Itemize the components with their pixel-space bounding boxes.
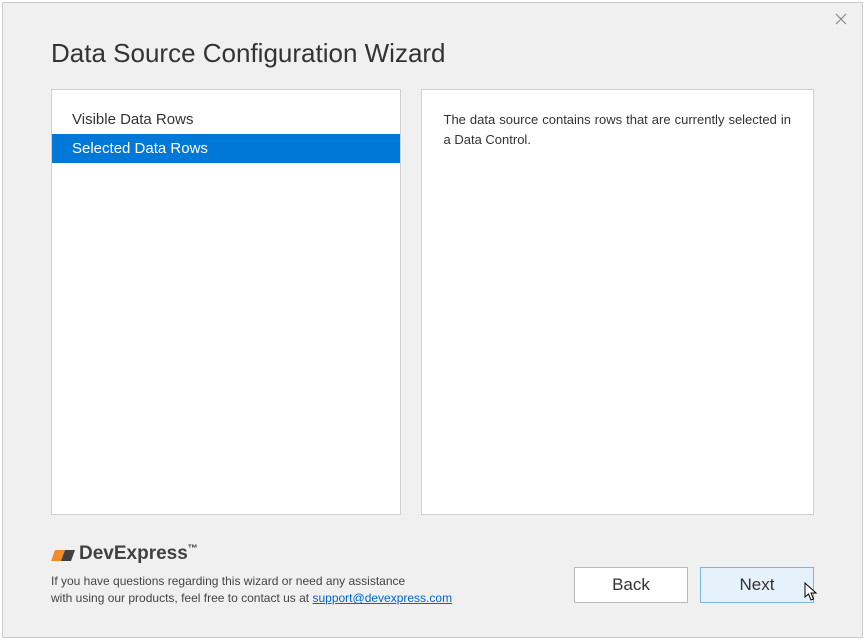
description-text: The data source contains rows that are c…: [444, 110, 792, 149]
footer-buttons: Back Next: [574, 567, 814, 603]
footer: DevExpress™ If you have questions regard…: [3, 515, 862, 637]
description-panel: The data source contains rows that are c…: [421, 89, 815, 515]
close-icon[interactable]: [834, 13, 848, 27]
page-title: Data Source Configuration Wizard: [3, 3, 862, 89]
wizard-window: Data Source Configuration Wizard Visible…: [2, 2, 863, 638]
support-email-link[interactable]: support@devexpress.com: [312, 591, 452, 605]
panels-container: Visible Data Rows Selected Data Rows The…: [3, 89, 862, 515]
option-selected-rows[interactable]: Selected Data Rows: [52, 134, 400, 163]
devexpress-logo-text: DevExpress™: [79, 543, 198, 565]
devexpress-logo-icon: [51, 543, 77, 565]
back-button[interactable]: Back: [574, 567, 688, 603]
footer-left: DevExpress™ If you have questions regard…: [51, 543, 452, 607]
options-panel: Visible Data Rows Selected Data Rows: [51, 89, 401, 515]
help-text: If you have questions regarding this wiz…: [51, 573, 452, 607]
option-visible-rows[interactable]: Visible Data Rows: [52, 105, 400, 134]
trademark-icon: ™: [188, 544, 198, 555]
next-button[interactable]: Next: [700, 567, 814, 603]
devexpress-logo: DevExpress™: [51, 543, 452, 565]
